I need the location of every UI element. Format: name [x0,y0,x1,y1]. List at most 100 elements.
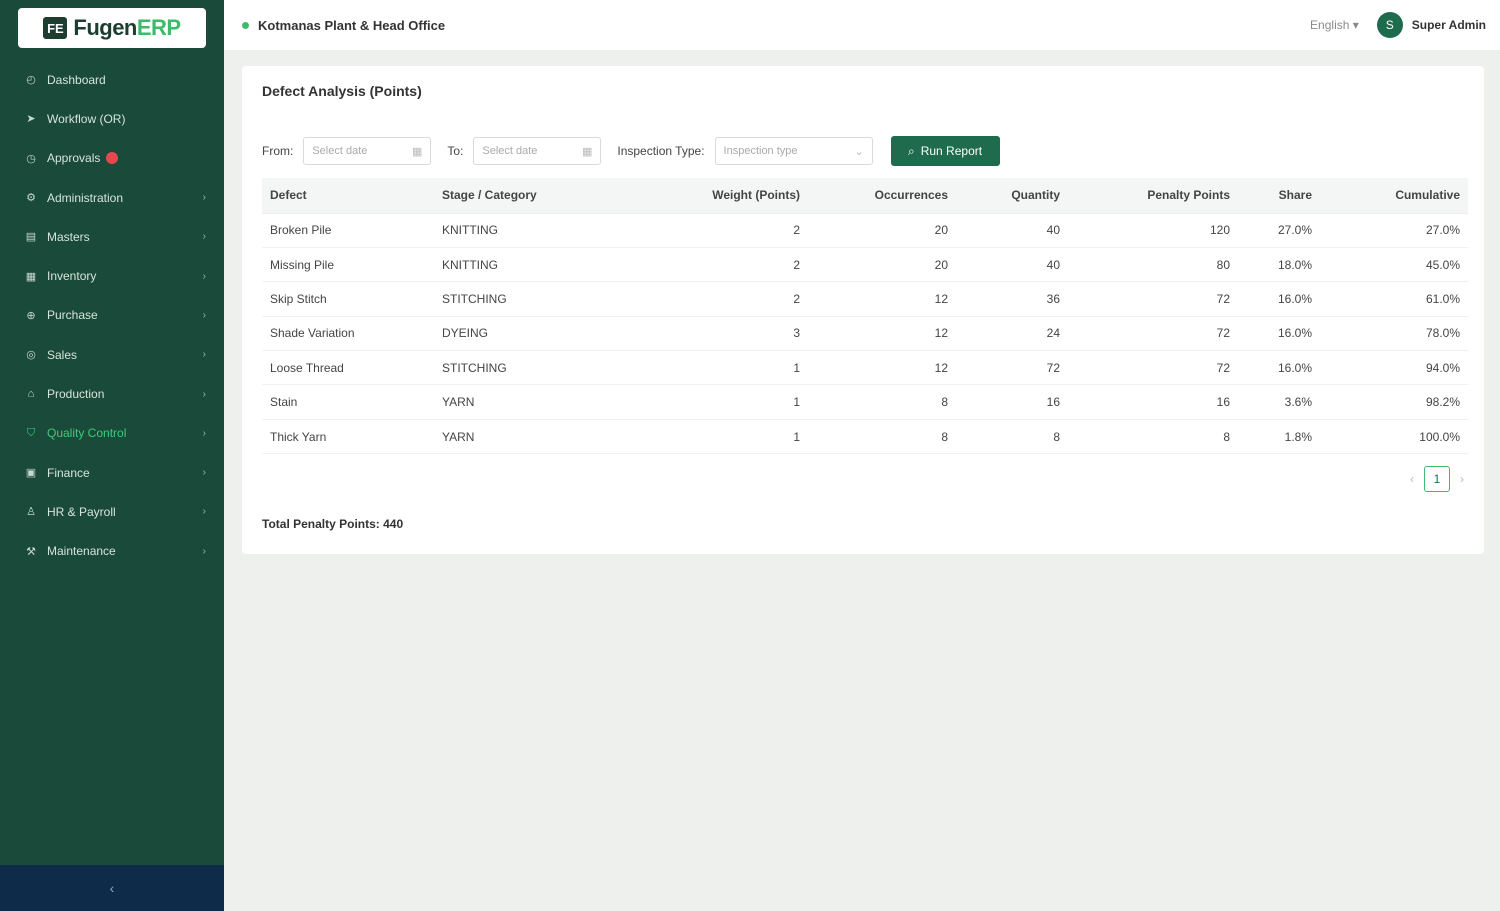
table-cell: 40 [956,247,1068,283]
column-header: Occurrences [808,178,956,214]
chevron-left-icon: ‹ [109,880,115,896]
table-cell: Broken Pile [262,213,434,248]
table-cell: 12 [808,316,956,352]
nav-icon: ⚙ [26,192,36,205]
inspection-type-label: Inspection Type: [617,144,705,158]
table-cell: 100.0% [1320,419,1468,455]
sidebar-item-label: Inventory [47,269,97,284]
table-cell: 12 [808,350,956,386]
column-header: Stage / Category [434,178,634,214]
table-cell: 72 [1068,281,1238,317]
sidebar-item-hr-payroll[interactable]: ♙ HR & Payroll › [0,492,224,531]
table-cell: 16.0% [1238,350,1320,386]
sidebar-item-label: HR & Payroll [47,504,116,519]
table-header-row: Defect Stage / Category Weight (Points) Occ… [262,178,1468,214]
user-name[interactable]: Super Admin [1412,18,1486,32]
sidebar-item-label: Finance [47,465,90,480]
table-cell: 12 [808,281,956,317]
pagination: ‹ 1 › [1410,466,1464,492]
avatar[interactable]: S [1376,12,1403,38]
table-cell: STITCHING [434,281,634,317]
table-row: Stain YARN 1 8 16 16 3.6% 98.2% [262,384,1468,420]
from-label: From: [262,144,294,158]
table-cell: 45.0% [1320,247,1468,283]
table-cell: 16.0% [1238,316,1320,352]
table-cell: KNITTING [434,247,634,283]
table-cell: 1 [634,350,808,386]
table-row: Missing Pile KNITTING 2 20 40 80 18.0% 45.0% [262,247,1468,283]
sidebar-item-administration[interactable]: ⚙ Administration › [0,178,224,217]
table-cell: DYEING [434,316,634,352]
sidebar-item-workflow-or[interactable]: ➤ Workflow (OR) [0,99,224,138]
table-cell: 24 [956,316,1068,352]
top-header: Kotmanas Plant & Head Office English ▾ S… [224,0,1500,50]
from-date-input[interactable]: Select date ▦ [303,137,432,165]
nav-icon: ⛉ [26,426,36,439]
app-logo[interactable]: FE FugenERP [18,8,206,48]
table-cell: KNITTING [434,213,634,248]
table-row: Broken Pile KNITTING 2 20 40 120 27.0% 27.0% [262,213,1468,248]
column-header: Defect [262,178,434,214]
column-header: Share [1238,178,1320,214]
chevron-right-icon: › [202,506,206,518]
location-dot-icon [242,21,249,29]
prev-page-button[interactable]: ‹ [1410,472,1414,486]
sidebar-item-purchase[interactable]: ⊕ Purchase › [0,296,224,335]
chevron-right-icon: › [202,427,206,439]
sidebar-item-inventory[interactable]: ▦ Inventory › [0,256,224,295]
table-cell: 3 [634,316,808,352]
chevron-right-icon: › [202,309,206,321]
sidebar-item-dashboard[interactable]: ◴ Dashboard [0,60,224,99]
nav-icon: ▣ [25,467,37,480]
page-location-title: Kotmanas Plant & Head Office [258,17,446,33]
table-row: Shade Variation DYEING 3 12 24 72 16.0% 78.0% [262,316,1468,352]
filter-bar: From: Select date ▦ To: Select date ▦ In… [262,136,1000,166]
sidebar-item-quality-control[interactable]: ⛉ Quality Control › [0,414,224,453]
table-cell: 98.2% [1320,384,1468,420]
sidebar-item-maintenance[interactable]: ⚒ Maintenance › [0,532,224,571]
run-report-button[interactable]: ⌕ Run Report [890,136,1000,166]
sidebar-item-label: Approvals [47,151,101,166]
nav-icon: ➤ [26,113,36,126]
sidebar-item-approvals[interactable]: ◷ Approvals [0,139,224,178]
table-cell: Missing Pile [262,247,434,283]
table-cell: 94.0% [1320,350,1468,386]
sidebar-item-label: Workflow (OR) [47,111,126,126]
search-icon: ⌕ [907,143,915,158]
table-cell: 72 [956,350,1068,386]
nav-icon: ◎ [26,349,36,362]
total-penalty-points: Total Penalty Points: 440 [262,517,404,531]
inspection-type-select[interactable]: Inspection type ⌄ [714,137,873,165]
table-cell: 72 [1068,350,1238,386]
table-cell: Thick Yarn [262,419,434,455]
sidebar-item-masters[interactable]: ▤ Masters › [0,217,224,256]
calendar-icon: ▦ [411,145,423,158]
table-cell: 8 [956,419,1068,455]
table-cell: 27.0% [1238,213,1320,248]
logo-text: FugenERP [73,15,181,40]
table-row: Thick Yarn YARN 1 8 8 8 1.8% 100.0% [262,419,1468,455]
sidebar-collapse-button[interactable]: ‹ [0,865,224,911]
next-page-button[interactable]: › [1460,472,1464,486]
sidebar-item-finance[interactable]: ▣ Finance › [0,453,224,492]
table-cell: 36 [956,281,1068,317]
table-cell: 20 [808,247,956,283]
table-cell: 8 [808,384,956,420]
sidebar-item-production[interactable]: ⌂ Production › [0,374,224,413]
table-cell: Skip Stitch [262,281,434,317]
nav-icon: ▤ [25,231,37,244]
language-selector[interactable]: English ▾ [1310,18,1359,32]
table-cell: 3.6% [1238,384,1320,420]
sidebar-item-label: Purchase [47,308,98,323]
table-cell: 2 [634,247,808,283]
report-card: Defect Analysis (Points) From: Select da… [242,66,1484,554]
sidebar-item-sales[interactable]: ◎ Sales › [0,335,224,374]
table-cell: 16 [956,384,1068,420]
table-row: Skip Stitch STITCHING 2 12 36 72 16.0% 61.0% [262,281,1468,317]
table-cell: Loose Thread [262,350,434,386]
sidebar-item-label: Dashboard [47,72,106,87]
to-date-input[interactable]: Select date ▦ [473,137,602,165]
page-1-button[interactable]: 1 [1424,466,1450,492]
table-cell: 72 [1068,316,1238,352]
table-cell: 2 [634,213,808,248]
